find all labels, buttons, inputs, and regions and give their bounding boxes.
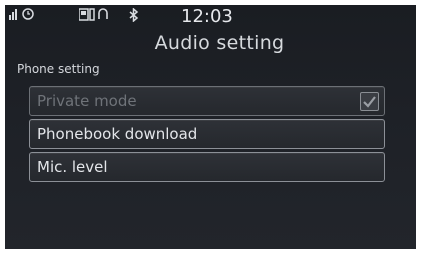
- private-mode-label: Private mode: [37, 92, 137, 110]
- phonebook-download-item[interactable]: Phonebook download: [29, 119, 385, 149]
- mic-level-item[interactable]: Mic. level: [29, 152, 385, 182]
- audio-setting-screen: 12:03 Audio setting Phone setting Privat…: [5, 5, 416, 249]
- checkmark-icon: [363, 96, 376, 108]
- status-bar: 12:03: [5, 5, 416, 27]
- private-mode-checkbox[interactable]: [360, 92, 379, 111]
- page-title: Audio setting: [154, 32, 285, 54]
- private-mode-item[interactable]: Private mode: [29, 86, 385, 116]
- mic-level-label: Mic. level: [37, 158, 108, 176]
- phonebook-download-label: Phonebook download: [37, 125, 198, 143]
- phone-connection-icon: [78, 7, 113, 25]
- signal-strength-icon: [9, 7, 39, 25]
- bluetooth-icon: [128, 7, 140, 25]
- clock-time: 12:03: [181, 6, 233, 27]
- section-label-phone-setting: Phone setting: [17, 62, 100, 76]
